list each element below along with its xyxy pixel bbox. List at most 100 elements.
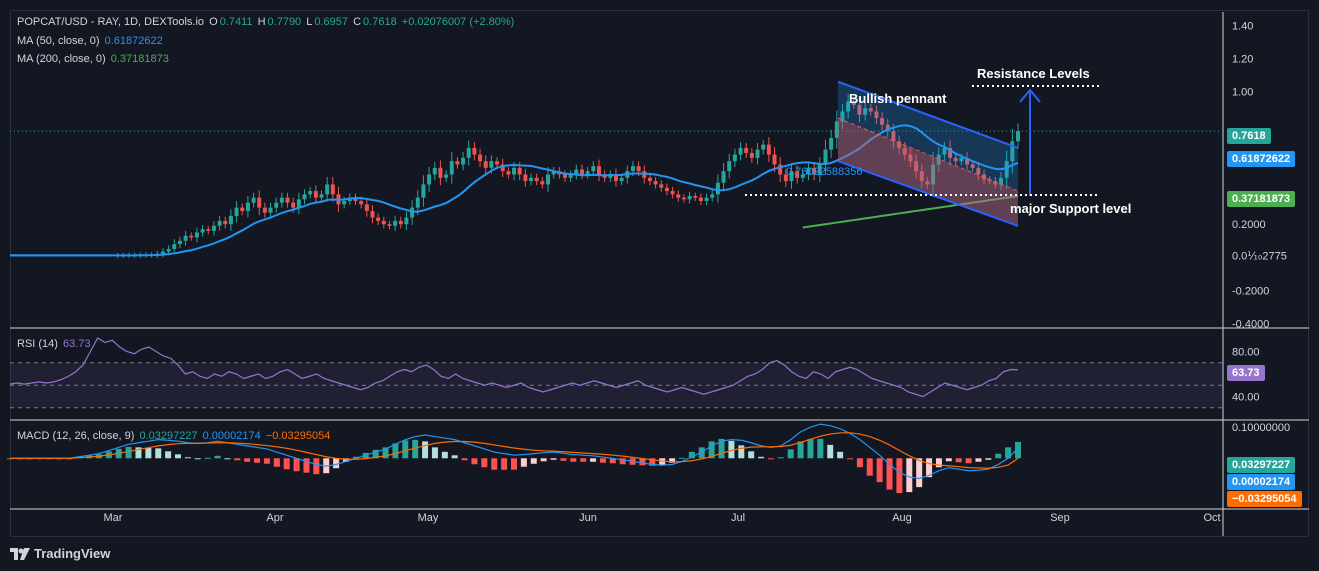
macd-histogram-bar <box>451 455 458 459</box>
candle <box>319 194 324 198</box>
candle <box>166 249 171 252</box>
macd-histogram-bar <box>125 446 132 459</box>
candle <box>268 207 273 213</box>
macd-histogram-bar <box>431 447 438 459</box>
macd-histogram-bar <box>797 441 804 459</box>
macd-histogram-bar <box>491 458 498 470</box>
macd-label: MACD (12, 26, close, 9) <box>17 430 135 442</box>
macd-histogram-bar <box>945 458 952 462</box>
macd-histogram-bar <box>985 458 992 460</box>
rsi-value: 63.73 <box>63 338 91 350</box>
macd-histogram-bar <box>511 458 517 470</box>
candle <box>177 240 182 245</box>
candle <box>619 177 624 182</box>
macd-histogram-bar <box>758 456 765 459</box>
candle <box>223 220 228 225</box>
candle <box>766 144 771 155</box>
price-legend: POPCAT/USD - RAY, 1D, DEXTools.io O 0.741… <box>17 16 516 28</box>
rsi-tick-label: 80.00 <box>1232 347 1260 359</box>
low-label: L <box>306 16 313 28</box>
candle <box>563 174 567 178</box>
high-label: H <box>257 16 266 28</box>
x-tick-label: May <box>418 512 439 524</box>
resistance-annotation: Resistance Levels <box>977 66 1090 81</box>
ma200-tag: 0.37181873 <box>1227 191 1296 207</box>
candle <box>710 194 715 198</box>
macd-histogram-bar <box>876 458 883 483</box>
candle <box>240 207 245 211</box>
macd-histogram-bar <box>599 458 606 463</box>
y-tick-label: 0.2000 <box>1232 219 1266 231</box>
macd-histogram-bar <box>263 458 270 464</box>
candle <box>313 191 318 198</box>
chart-svg[interactable]: 1.40 1.20 1.00 0.2000 0.0⅒2775 -0.2000 -0.4000… <box>0 0 1319 571</box>
candle <box>291 202 296 208</box>
macd-histogram-bar <box>520 458 527 467</box>
symbol-label: POPCAT/USD - RAY, 1D, DEXTools.io <box>17 16 205 28</box>
candle <box>506 171 511 175</box>
candle <box>194 232 199 238</box>
candle <box>285 197 290 203</box>
macd-histogram-bar <box>461 458 468 461</box>
ma200-legend: MA (200, close, 0) 0.37181873 <box>17 53 171 65</box>
macd-histogram-bar <box>273 458 280 467</box>
macd-histogram-bar <box>560 458 567 461</box>
candle <box>823 149 828 165</box>
macd-histogram-bar <box>313 458 320 475</box>
y-tick-label: 1.00 <box>1232 87 1253 99</box>
candle <box>517 167 522 175</box>
y-tick-label: 0.0⅒2775 <box>1232 250 1287 262</box>
candle <box>279 197 284 203</box>
tradingview-label: TradingView <box>34 546 111 561</box>
candle <box>664 187 669 192</box>
candle <box>251 197 256 203</box>
close-label: C <box>353 16 362 28</box>
macd-histogram-bar <box>837 451 844 459</box>
macd-histogram-bar <box>550 458 557 460</box>
rsi-tag: 63.73 <box>1227 365 1265 381</box>
candle <box>466 147 471 158</box>
candle <box>393 220 398 226</box>
candle <box>591 166 596 172</box>
macd-histogram-bar <box>530 458 537 464</box>
candle <box>330 184 335 195</box>
pennant-mid-label: 0.76022588356 <box>786 166 863 178</box>
macd-histogram-bar <box>540 458 547 462</box>
x-tick-label: Jun <box>579 512 597 524</box>
candle <box>681 197 686 200</box>
candle <box>704 197 709 201</box>
candle <box>529 177 534 182</box>
macd-value: 0.03297227 <box>139 430 198 442</box>
rsi-tick-label: 40.00 <box>1232 392 1260 404</box>
candle <box>421 184 426 198</box>
macd-histogram-bar <box>679 457 685 459</box>
candle <box>738 147 743 155</box>
rsi-legend: RSI (14) 63.73 <box>17 338 93 350</box>
ma200-label: MA (200, close, 0) <box>17 53 106 65</box>
candle <box>370 210 375 218</box>
y-tick-label: 1.40 <box>1232 20 1253 32</box>
candle <box>755 149 760 158</box>
tradingview-logo[interactable]: TradingView <box>10 546 110 561</box>
candle <box>670 191 675 195</box>
candle <box>234 207 239 216</box>
x-tick-label: Aug <box>892 512 912 524</box>
candle <box>461 157 466 165</box>
candle <box>438 167 443 178</box>
high-value: 0.7790 <box>267 16 302 28</box>
macd-histogram-bar <box>787 449 794 459</box>
ma50-value: 0.61872622 <box>104 35 163 47</box>
macd-histogram-bar <box>501 458 508 470</box>
macd-histogram-bar <box>204 457 211 459</box>
candle <box>364 204 369 211</box>
macd-histogram-bar <box>748 451 755 459</box>
candle <box>302 194 307 200</box>
macd-histogram-bar <box>896 458 903 494</box>
candle <box>829 138 834 150</box>
candle <box>200 229 205 233</box>
candle <box>749 152 754 158</box>
candle <box>376 217 381 221</box>
macd-histogram-bar <box>224 458 231 460</box>
open-label: O <box>209 16 218 28</box>
candle <box>540 181 545 185</box>
